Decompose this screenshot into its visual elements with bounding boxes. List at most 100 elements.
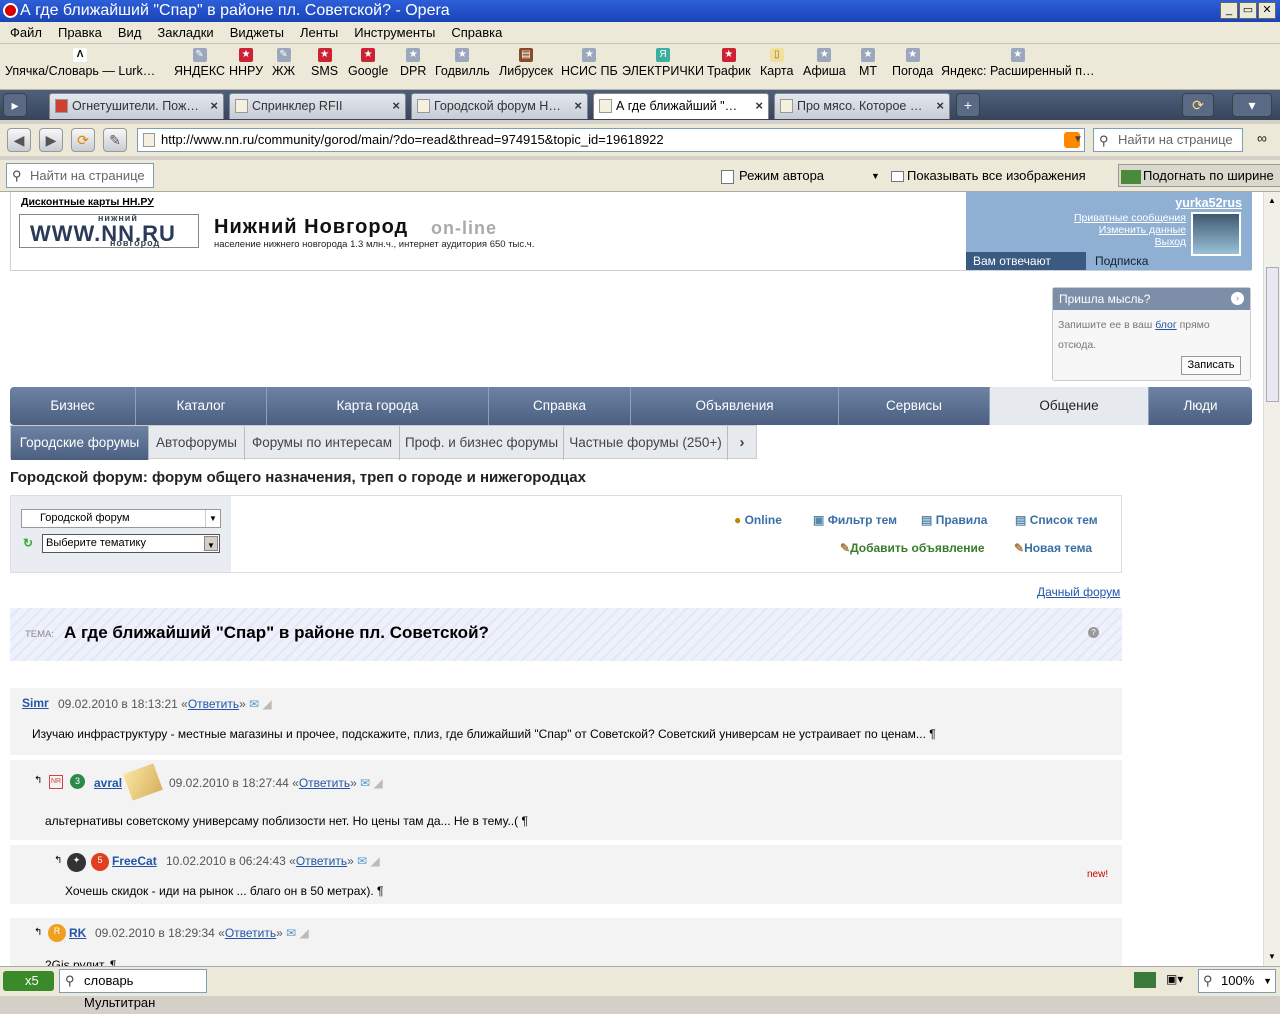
avatar[interactable] — [1191, 212, 1241, 256]
post-author[interactable]: avral — [94, 776, 122, 790]
bookmark-lurk[interactable]: Λ Упячка/Словарь — Lurk… — [5, 48, 155, 78]
bookmark-dpr[interactable]: ★ DPR — [400, 48, 426, 78]
private-messages-link[interactable]: Приватные сообщения — [1074, 212, 1186, 224]
close-tab-icon[interactable]: × — [755, 94, 763, 118]
bookmark-yandex[interactable]: ✎ ЯНДЕКС — [174, 48, 225, 78]
nav-ads[interactable]: Объявления — [631, 387, 839, 425]
close-window-button[interactable]: ✕ — [1258, 2, 1276, 19]
tab-5[interactable]: Про мясо. Которое … × — [774, 93, 950, 119]
bookmark-librusek[interactable]: ▤ Либрусек — [499, 48, 553, 78]
online-link[interactable]: ● Online — [734, 513, 782, 527]
bookmark-nnru[interactable]: ★ ННРУ — [229, 48, 263, 78]
scroll-thumb[interactable] — [1266, 267, 1279, 402]
edit-profile-link[interactable]: Изменить данные — [1099, 224, 1186, 236]
dacha-forum-link[interactable]: Дачный форум — [1037, 585, 1120, 599]
quote-icon[interactable]: ◢ — [374, 776, 383, 790]
tab-replies[interactable]: Вам отвечают — [966, 252, 1086, 270]
maximize-button[interactable]: ▭ — [1239, 2, 1257, 19]
info-icon[interactable]: › — [1231, 292, 1244, 305]
show-images-button[interactable]: Показывать все изображения — [891, 168, 1086, 183]
scroll-down-icon[interactable]: ▼ — [1268, 952, 1276, 961]
close-tab-icon[interactable]: × — [392, 94, 400, 118]
subnav-more-icon[interactable]: › — [728, 426, 756, 460]
bookmark-yandex-ext[interactable]: ★ Яндекс: Расширенный п… — [941, 48, 1095, 78]
tab-1[interactable]: Огнетушители. Пож… × — [49, 93, 224, 119]
tab-subscription[interactable]: Подписка — [1088, 252, 1248, 270]
menu-feeds[interactable]: Ленты — [290, 22, 344, 40]
subnav-private-forums[interactable]: Частные форумы (250+) — [564, 426, 728, 460]
forward-icon[interactable]: ▶ — [39, 128, 63, 152]
turbo-button[interactable]: x5 — [3, 971, 54, 991]
post-author[interactable]: Simr — [22, 696, 49, 710]
binoculars-icon[interactable]: ∞ — [1250, 130, 1274, 150]
reply-link[interactable]: Ответить — [299, 776, 350, 790]
menu-bookmarks[interactable]: Закладки — [147, 22, 219, 40]
subnav-auto-forums[interactable]: Автофорумы — [149, 426, 245, 460]
site-logo[interactable]: нижний WWW.NN.RU новгород — [19, 213, 199, 248]
quote-icon[interactable]: ◢ — [371, 854, 380, 868]
bookmark-trains[interactable]: Я ЭЛЕКТРИЧКИ — [622, 48, 704, 78]
bookmark-map[interactable]: ▯ Карта — [760, 48, 793, 78]
menu-tools[interactable]: Инструменты — [344, 22, 441, 40]
new-tab-icon[interactable]: + — [956, 93, 980, 117]
nav-people[interactable]: Люди — [1149, 387, 1252, 425]
nav-help[interactable]: Справка — [489, 387, 631, 425]
post-author[interactable]: RK — [69, 926, 86, 940]
search-field[interactable]: ⚲ Найти на странице — [1093, 128, 1243, 152]
nav-community[interactable]: Общение — [990, 387, 1149, 425]
bookmark-mt[interactable]: ★ МТ — [859, 48, 877, 78]
back-icon[interactable]: ◀ — [7, 128, 31, 152]
topic-select[interactable]: Выберите тематику ▼ — [42, 534, 220, 553]
nav-catalog[interactable]: Каталог — [136, 387, 267, 425]
trash-icon[interactable]: ▾ — [1232, 93, 1272, 117]
close-tab-icon[interactable]: × — [936, 94, 944, 118]
subnav-business-forums[interactable]: Проф. и бизнес форумы — [400, 426, 564, 460]
blog-link[interactable]: блог — [1155, 319, 1176, 331]
bookmark-nsis[interactable]: ★ НСИС ПБ — [561, 48, 618, 78]
bookmark-godville[interactable]: ★ Годвилль — [435, 48, 490, 78]
nav-business[interactable]: Бизнес — [10, 387, 136, 425]
bookmark-sms[interactable]: ★ SMS — [311, 48, 338, 78]
dropdown-arrow-icon[interactable]: ▼ — [871, 171, 880, 181]
menu-file[interactable]: Файл — [0, 22, 48, 40]
mail-icon[interactable]: ✉ — [286, 926, 296, 940]
zoom-select[interactable]: ⚲ 100% ▼ — [1198, 969, 1276, 993]
url-dropdown-icon[interactable]: ▼ — [1073, 134, 1083, 145]
reply-link[interactable]: Ответить — [225, 926, 276, 940]
tab-2[interactable]: Спринклер RFII × — [229, 93, 406, 119]
nav-services[interactable]: Сервисы — [839, 387, 990, 425]
quote-icon[interactable]: ◢ — [300, 926, 309, 940]
quote-icon[interactable]: ◢ — [263, 697, 272, 711]
menu-view[interactable]: Вид — [108, 22, 148, 40]
subnav-city-forums[interactable]: Городские форумы — [11, 426, 149, 460]
menu-edit[interactable]: Правка — [48, 22, 108, 40]
panel-toggle-icon[interactable]: ▸ — [3, 93, 27, 117]
bookmark-weather[interactable]: ★ Погода — [892, 48, 933, 78]
nav-city-map[interactable]: Карта города — [267, 387, 489, 425]
mail-icon[interactable]: ✉ — [357, 854, 367, 868]
bookmark-traffic[interactable]: ★ Трафик — [707, 48, 751, 78]
mail-icon[interactable]: ✉ — [360, 776, 370, 790]
bookmark-google[interactable]: ★ Google — [348, 48, 388, 78]
scroll-up-icon[interactable]: ▲ — [1268, 196, 1276, 205]
reload-icon[interactable]: ⟳ — [71, 128, 95, 152]
opera-unite-icon[interactable]: ⟳ — [1182, 93, 1214, 117]
topic-list-link[interactable]: ▤ Список тем — [1015, 513, 1098, 527]
add-ad-link[interactable]: ✎Добавить объявление — [840, 541, 985, 555]
logout-link[interactable]: Выход — [1155, 236, 1186, 248]
image-mode-icon[interactable]: ▣▾ — [1166, 972, 1183, 986]
discount-cards-link[interactable]: Дисконтные карты НН.РУ — [21, 196, 154, 208]
status-search-input[interactable]: ⚲ словарь Мультитран — [59, 969, 207, 1010]
address-field[interactable]: http://www.nn.ru/community/gorod/main/?d… — [137, 128, 1085, 152]
mail-icon[interactable]: ✉ — [249, 697, 259, 711]
close-tab-icon[interactable]: × — [210, 94, 218, 118]
vertical-scrollbar[interactable]: ▲ ▼ — [1263, 192, 1280, 966]
bookmark-lj[interactable]: ✎ ЖЖ — [272, 48, 295, 78]
fit-width-icon[interactable] — [1134, 972, 1156, 988]
author-mode-button[interactable]: Режим автора — [721, 168, 824, 184]
filter-topics-link[interactable]: ▣ Фильтр тем — [813, 513, 897, 527]
write-button[interactable]: Записать — [1181, 356, 1241, 375]
tab-3[interactable]: Городской форум Н… × — [411, 93, 588, 119]
bookmark-afisha[interactable]: ★ Афиша — [803, 48, 846, 78]
close-tab-icon[interactable]: × — [574, 94, 582, 118]
